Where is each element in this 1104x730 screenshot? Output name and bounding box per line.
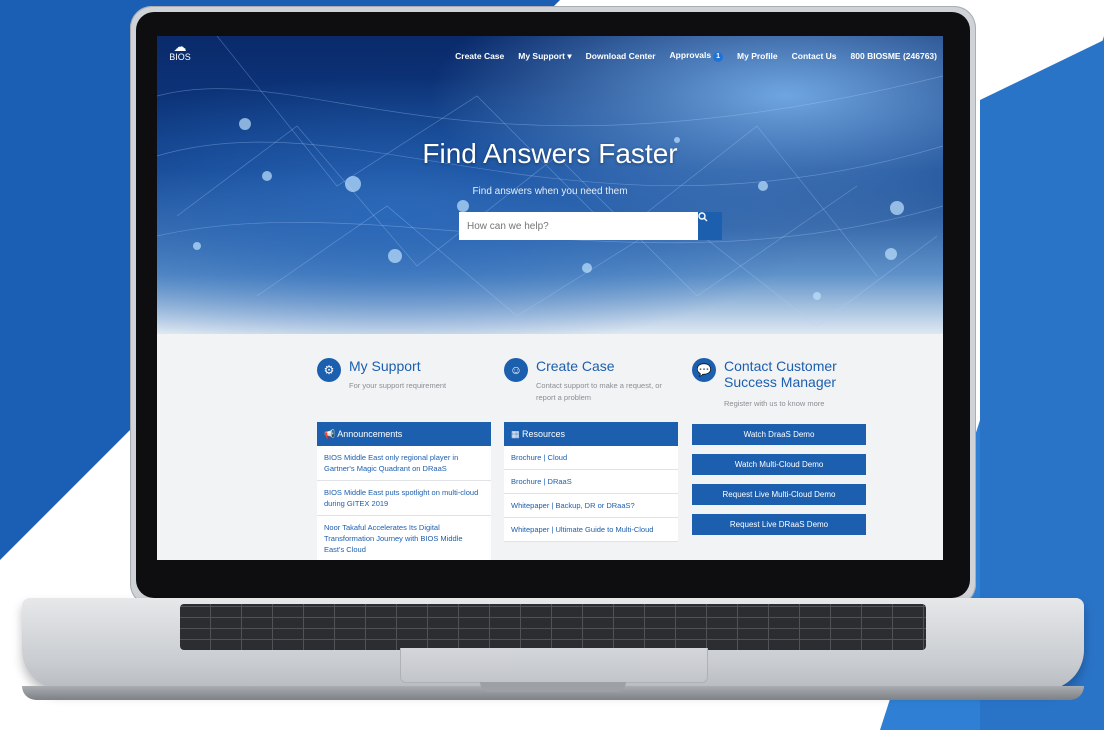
laptop-trackpad: [400, 648, 708, 683]
resource-item[interactable]: Whitepaper | Ultimate Guide to Multi-Clo…: [504, 518, 678, 542]
contact-desc: Register with us to know more: [724, 399, 825, 408]
resource-item[interactable]: Brochure | Cloud: [504, 446, 678, 470]
search-button[interactable]: [698, 212, 722, 240]
resources-header: ▦ Resources: [504, 422, 678, 446]
announcement-item[interactable]: Noor Takaful Accelerates Its Digital Tra…: [317, 516, 491, 560]
watch-multicloud-demo-button[interactable]: Watch Multi-Cloud Demo: [692, 454, 866, 475]
create-case-header: ☺ Create Case Contact support to make a …: [504, 354, 678, 410]
laptop-keyboard: [180, 604, 926, 650]
contact-title-line1: Contact Customer: [724, 358, 837, 374]
nav-approvals-label: Approvals: [669, 50, 712, 60]
announcements-header: 📢 Announcements: [317, 422, 491, 446]
request-live-multicloud-demo-button[interactable]: Request Live Multi-Cloud Demo: [692, 484, 866, 505]
resources-title: Resources: [522, 429, 566, 439]
resource-item[interactable]: Whitepaper | Backup, DR or DRaaS?: [504, 494, 678, 518]
my-support-title[interactable]: My Support: [349, 358, 421, 374]
nav-contact-us[interactable]: Contact Us: [792, 51, 837, 61]
nav-download-center[interactable]: Download Center: [586, 51, 656, 61]
resource-item[interactable]: Brochure | DRaaS: [504, 470, 678, 494]
my-support-header: ⚙ My Support For your support requiremen…: [317, 354, 491, 410]
my-support-column: ⚙ My Support For your support requiremen…: [317, 354, 491, 560]
watch-draas-demo-button[interactable]: Watch DraaS Demo: [692, 424, 866, 445]
chat-icon: 💬: [692, 358, 716, 382]
nav-create-case[interactable]: Create Case: [455, 51, 504, 61]
grid-icon: ▦: [511, 429, 520, 439]
create-case-title[interactable]: Create Case: [536, 358, 615, 374]
announcement-item[interactable]: BIOS Middle East only regional player in…: [317, 446, 491, 481]
search-icon: [698, 212, 708, 222]
network-graphic: [157, 36, 943, 327]
bios-logo[interactable]: ☁ BIOS: [165, 39, 195, 72]
search-input[interactable]: [459, 212, 699, 240]
nav-my-profile[interactable]: My Profile: [737, 51, 778, 61]
top-nav: Create Case My Support ▾ Download Center…: [455, 50, 937, 62]
person-icon: ☺: [504, 358, 528, 382]
nav-phone[interactable]: 800 BIOSME (246763): [851, 51, 937, 61]
logo-text: BIOS: [169, 52, 191, 62]
hero-banner: ☁ BIOS Create Case My Support ▾ Download…: [157, 36, 943, 334]
nav-my-support[interactable]: My Support ▾: [518, 51, 571, 62]
contact-header: 💬 Contact Customer Success Manager Regist…: [692, 354, 866, 424]
contact-title[interactable]: Contact Customer Success Manager: [724, 358, 837, 390]
request-live-draas-demo-button[interactable]: Request Live DRaaS Demo: [692, 514, 866, 535]
contact-column: 💬 Contact Customer Success Manager Regist…: [692, 354, 866, 544]
announcement-item[interactable]: BIOS Middle East puts spotlight on multi…: [317, 481, 491, 516]
create-case-desc: Contact support to make a request, or re…: [536, 381, 662, 402]
contact-title-line2: Success Manager: [724, 374, 837, 390]
gear-icon: ⚙: [317, 358, 341, 382]
nav-approvals[interactable]: Approvals 1: [669, 50, 724, 62]
megaphone-icon: 📢: [324, 429, 336, 439]
create-case-column: ☺ Create Case Contact support to make a …: [504, 354, 678, 542]
laptop-screen: ☁ BIOS Create Case My Support ▾ Download…: [157, 36, 943, 560]
laptop-notch: [480, 682, 626, 692]
hero-subtitle: Find answers when you need them: [472, 186, 628, 197]
logo-mark-icon: ☁: [173, 39, 187, 54]
hero-title: Find Answers Faster: [422, 138, 678, 169]
approvals-badge: 1: [713, 52, 724, 62]
my-support-desc: For your support requirement: [349, 381, 447, 390]
announcements-title: Announcements: [337, 429, 403, 439]
